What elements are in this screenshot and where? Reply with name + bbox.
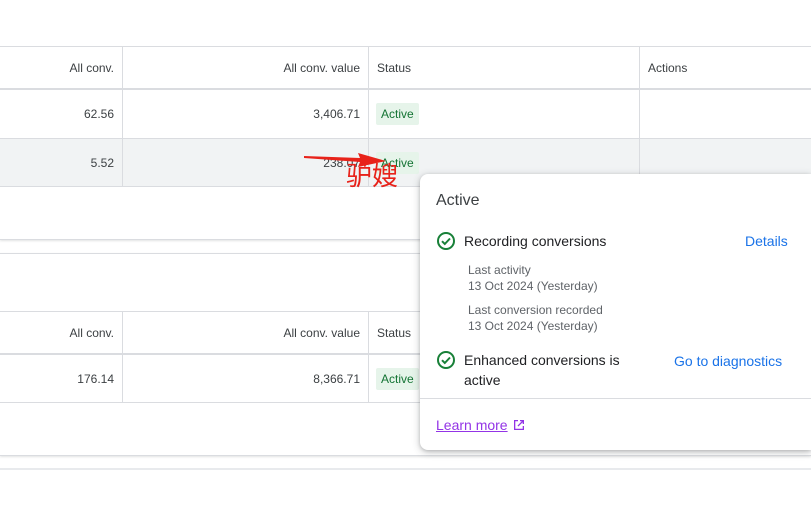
open-in-new-icon bbox=[513, 420, 524, 430]
all-conv-value-cell: 8,366.71 bbox=[313, 371, 360, 386]
table-header-row: All conv. All conv. value Status Actions bbox=[0, 46, 811, 89]
last-conversion-label: Last conversion recorded bbox=[468, 303, 603, 317]
handwritten-annotation: 驴嫂 bbox=[346, 162, 399, 192]
column-header-all-conv-value[interactable]: All conv. value bbox=[122, 312, 360, 353]
last-activity: Last activity 13 Oct 2024 (Yesterday) bbox=[468, 262, 598, 294]
enhanced-conversions-row: Enhanced conversions is active bbox=[436, 350, 620, 390]
popover-title: Active bbox=[436, 192, 480, 209]
last-activity-value: 13 Oct 2024 (Yesterday) bbox=[468, 279, 598, 293]
bottom-divider bbox=[0, 468, 811, 470]
table-row[interactable]: 62.56 3,406.71 Active bbox=[0, 89, 811, 138]
column-header-all-conv[interactable]: All conv. bbox=[0, 47, 114, 88]
column-header-status[interactable]: Status bbox=[377, 47, 577, 88]
all-conv-cell: 62.56 bbox=[83, 107, 114, 121]
popover-divider bbox=[420, 398, 811, 399]
enhanced-label-line1: Enhanced conversions is bbox=[464, 352, 620, 368]
status-cell: Active bbox=[376, 90, 576, 138]
status-badge[interactable]: Active bbox=[376, 103, 419, 125]
last-activity-label: Last activity bbox=[468, 263, 531, 277]
recording-conversions-row: Recording conversions bbox=[436, 231, 606, 251]
column-header-status[interactable]: Status bbox=[377, 312, 417, 353]
column-header-actions: Actions bbox=[648, 60, 688, 75]
all-conv-cell: 5.52 bbox=[90, 155, 114, 170]
enhanced-conversions-label: Enhanced conversions is active bbox=[464, 350, 620, 390]
enhanced-label-line2: active bbox=[464, 372, 501, 388]
all-conv-cell: 176.14 bbox=[77, 371, 114, 386]
check-circle-icon bbox=[437, 351, 455, 369]
column-header-all-conv-value[interactable]: All conv. value bbox=[122, 47, 360, 88]
learn-more-label: Learn more bbox=[436, 417, 508, 433]
recording-conversions-label: Recording conversions bbox=[464, 233, 607, 249]
go-to-diagnostics-link[interactable]: Go to diagnostics bbox=[674, 353, 782, 369]
status-badge[interactable]: Active bbox=[376, 367, 419, 390]
status-popover: Active Recording conversions Details Las… bbox=[420, 174, 811, 450]
learn-more-link[interactable]: Learn more bbox=[436, 417, 526, 433]
all-conv-value-cell: 3,406.71 bbox=[313, 107, 360, 121]
details-link[interactable]: Details bbox=[745, 233, 788, 249]
last-conversion-value: 13 Oct 2024 (Yesterday) bbox=[468, 319, 598, 333]
last-conversion: Last conversion recorded 13 Oct 2024 (Ye… bbox=[468, 302, 603, 334]
column-header-all-conv[interactable]: All conv. bbox=[0, 312, 114, 353]
check-circle-icon bbox=[437, 232, 455, 250]
